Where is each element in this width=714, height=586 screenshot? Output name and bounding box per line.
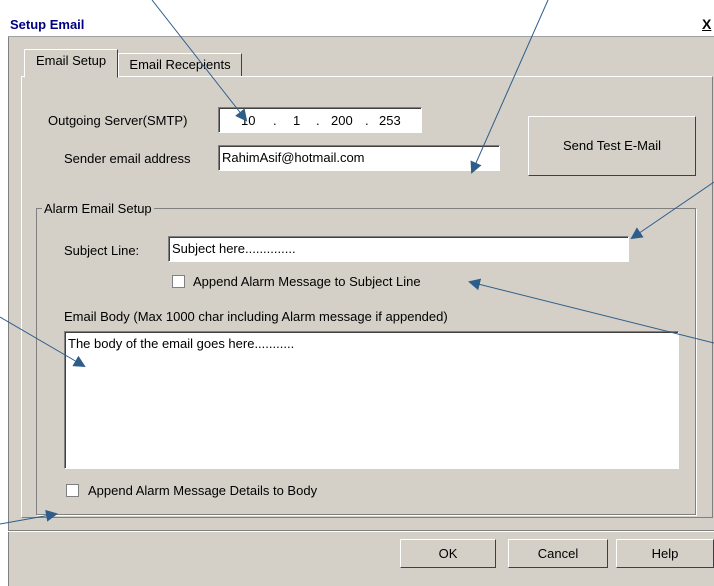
ip-dot-1: . [273, 113, 277, 128]
ip-dot-2: . [316, 113, 320, 128]
footer-separator [8, 530, 714, 532]
email-body-label: Email Body (Max 1000 char including Alar… [64, 309, 448, 324]
sender-email-field[interactable]: RahimAsif@hotmail.com [218, 145, 500, 171]
append-subject-checkbox[interactable] [172, 275, 185, 288]
ok-button[interactable]: OK [400, 539, 496, 568]
tab-email-setup-label: Email Setup [35, 53, 107, 68]
cancel-button[interactable]: Cancel [508, 539, 608, 568]
email-body-field[interactable]: The body of the email goes here.........… [64, 331, 679, 469]
ip-octet-1[interactable]: 10 [241, 113, 255, 128]
append-body-label[interactable]: Append Alarm Message Details to Body [88, 483, 317, 498]
ip-octet-2[interactable]: 1 [293, 113, 300, 128]
title-bar [8, 15, 714, 37]
dialog-title: Setup Email [10, 17, 85, 32]
tab-email-recepients-label: Email Recepients [129, 57, 231, 72]
server-label: Outgoing Server(SMTP) [48, 113, 188, 128]
sender-label: Sender email address [64, 151, 191, 166]
subject-label: Subject Line: [64, 243, 140, 258]
append-subject-label[interactable]: Append Alarm Message to Subject Line [193, 274, 421, 289]
ip-octet-4[interactable]: 253 [379, 113, 401, 128]
append-body-checkbox[interactable] [66, 484, 79, 497]
close-icon[interactable]: X [702, 16, 711, 32]
tab-email-recepients[interactable]: Email Recepients [118, 53, 242, 76]
subject-line-field[interactable]: Subject here.............. [168, 236, 629, 262]
alarm-email-group-legend: Alarm Email Setup [42, 201, 154, 216]
send-test-email-button[interactable]: Send Test E-Mail [528, 116, 696, 176]
tab-email-setup[interactable]: Email Setup [24, 49, 118, 78]
ip-dot-3: . [365, 113, 369, 128]
server-ip-field[interactable]: 10 . 1 . 200 . 253 [218, 107, 422, 133]
ip-octet-3[interactable]: 200 [331, 113, 353, 128]
help-button[interactable]: Help [616, 539, 714, 568]
